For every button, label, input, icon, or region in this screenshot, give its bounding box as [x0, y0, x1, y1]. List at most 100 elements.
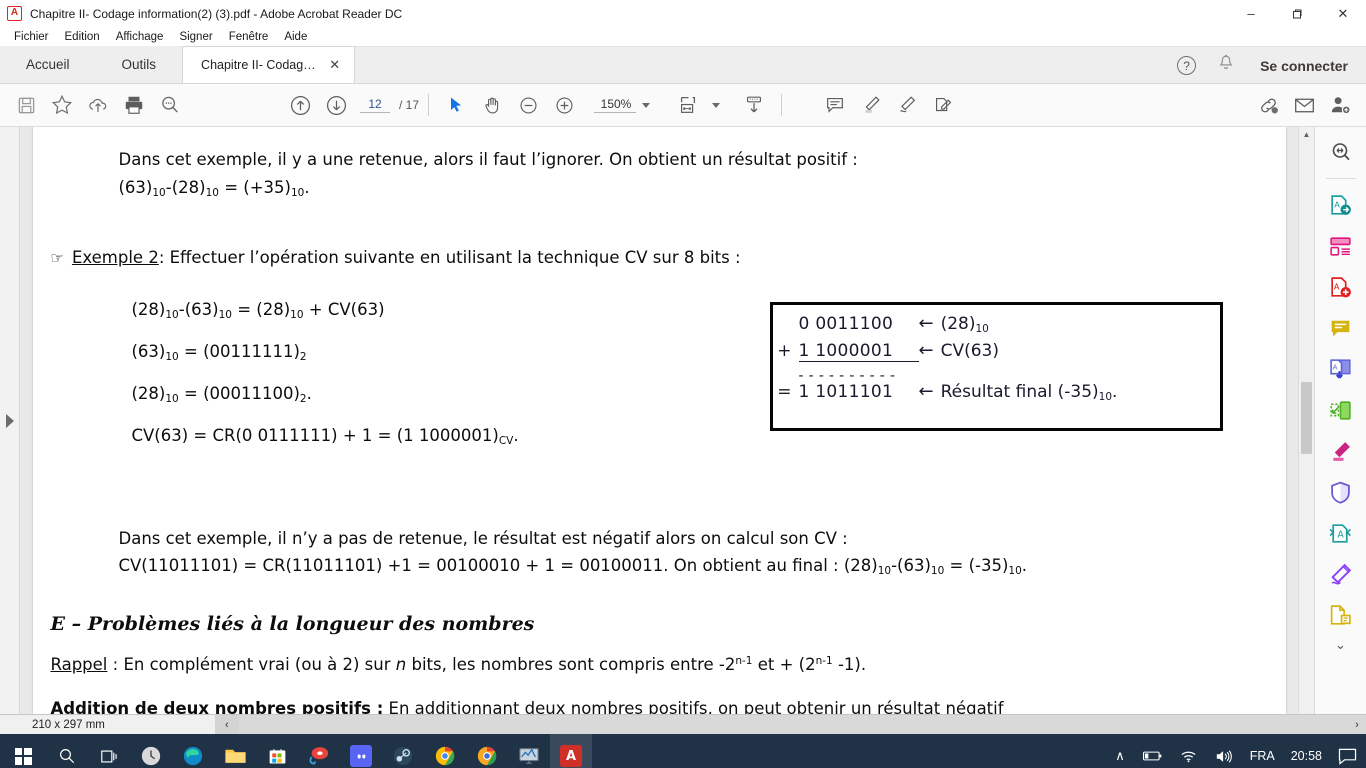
example-2-heading: ☞ Exemple 2 : Effectuer l’opération suiv… [51, 248, 1220, 267]
page-size-label: 210 x 297 mm [0, 715, 215, 734]
tools-panel: A A A A ⌄ [1314, 127, 1366, 714]
menu-edition[interactable]: Edition [57, 30, 108, 44]
clock[interactable]: 20:58 [1283, 749, 1330, 763]
language-indicator[interactable]: FRA [1242, 749, 1283, 763]
chevron-down-icon[interactable]: ⌄ [1335, 637, 1346, 653]
protect-icon[interactable] [1324, 475, 1358, 509]
create-pdf-icon[interactable]: A [1324, 270, 1358, 304]
sign-in-button[interactable]: Se connecter [1260, 58, 1348, 74]
next-page-button[interactable] [318, 87, 354, 123]
tab-bar-right: ? Se connecter [1177, 47, 1366, 84]
comment-icon[interactable] [817, 87, 853, 123]
windows-start-icon[interactable] [0, 734, 46, 768]
page-number-input[interactable]: 12 [360, 97, 390, 113]
email-icon[interactable] [1286, 88, 1322, 124]
figure-row-3-value: 1 1011101 [798, 382, 894, 402]
left-navigation-rail[interactable] [0, 127, 20, 714]
pointing-hand-icon: ☞ [50, 249, 64, 268]
left-arrow-icon: ← [918, 381, 934, 402]
star-icon[interactable] [44, 87, 80, 123]
microsoft-store-icon[interactable] [256, 734, 298, 768]
figure-row-2-operator: + [777, 341, 792, 361]
minimize-button[interactable]: – [1228, 0, 1274, 27]
tab-document-label: Chapitre II- Codag… [201, 58, 316, 72]
file-explorer-icon[interactable] [214, 734, 256, 768]
wifi-icon[interactable] [1171, 734, 1206, 768]
system-monitor-icon[interactable] [508, 734, 550, 768]
page-total-label: / 17 [399, 98, 420, 112]
tray-chevron-up-icon[interactable]: ∧ [1106, 734, 1134, 768]
compress-pdf-icon[interactable]: A [1324, 516, 1358, 550]
chrome-icon[interactable] [424, 734, 466, 768]
attach-link-icon[interactable] [1250, 88, 1286, 124]
steam-icon[interactable] [382, 734, 424, 768]
zoom-in-button[interactable] [546, 87, 582, 123]
menu-aide[interactable]: Aide [276, 30, 315, 44]
action-center-icon[interactable] [1330, 734, 1364, 768]
share-person-icon[interactable] [1322, 88, 1358, 124]
toolbar-divider-1 [428, 94, 430, 116]
help-icon[interactable]: ? [1177, 56, 1197, 75]
chrome-canary-icon[interactable] [466, 734, 508, 768]
fit-page-chevron-icon[interactable] [712, 102, 721, 108]
close-icon[interactable]: ✕ [328, 57, 342, 73]
paragraph-2-line-1: Dans cet exemple, il n’y a pas de retenu… [118, 528, 848, 548]
document-viewport[interactable]: Dans cet exemple, il y a une retenue, al… [20, 127, 1298, 714]
left-arrow-icon: ← [918, 340, 934, 361]
save-icon[interactable] [8, 87, 44, 123]
fill-and-sign-icon[interactable] [925, 87, 961, 123]
speaker-icon[interactable] [1206, 734, 1242, 768]
figure-row-3-operator: = [777, 382, 792, 402]
fit-page-button[interactable] [670, 87, 706, 123]
paragraph-1-line-2: (63)10-(28)10 = (+35)10. [118, 177, 310, 199]
hand-tool-button[interactable] [474, 87, 510, 123]
print-icon[interactable] [116, 87, 152, 123]
organize-pages-icon[interactable] [1324, 229, 1358, 263]
edit-pdf-icon[interactable] [1324, 393, 1358, 427]
menu-fichier[interactable]: Fichier [6, 30, 57, 44]
scrollbar-thumb[interactable] [1301, 382, 1312, 454]
scroll-up-arrow-icon[interactable]: ▲ [1303, 127, 1311, 143]
zoom-out-button[interactable] [510, 87, 546, 123]
paint-icon[interactable] [298, 734, 340, 768]
comment-tool-icon[interactable] [1324, 311, 1358, 345]
highlighter-icon[interactable] [853, 87, 889, 123]
upload-cloud-icon[interactable] [80, 87, 116, 123]
yandex-browser-icon[interactable] [130, 734, 172, 768]
adobe-acrobat-icon[interactable]: A [550, 734, 592, 768]
select-tool-button[interactable] [438, 87, 474, 123]
zoom-level-input[interactable]: 150% [594, 97, 637, 113]
chevron-down-icon[interactable] [642, 102, 651, 108]
microsoft-edge-icon[interactable] [172, 734, 214, 768]
maximize-button[interactable] [1274, 0, 1320, 27]
tab-outils[interactable]: Outils [95, 46, 183, 83]
close-button[interactable]: ✕ [1320, 0, 1366, 27]
read-mode-button[interactable] [736, 87, 772, 123]
highlight-tool-icon[interactable] [1324, 434, 1358, 468]
horizontal-scrollbar-track[interactable] [239, 715, 1348, 734]
bell-icon[interactable] [1218, 54, 1234, 77]
fill-sign-tool-icon[interactable] [1324, 557, 1358, 591]
rappel-label: Rappel [50, 654, 108, 674]
battery-icon[interactable] [1134, 734, 1171, 768]
export-pdf-icon[interactable]: A [1324, 188, 1358, 222]
scroll-right-arrow-icon[interactable]: › [1348, 715, 1366, 734]
taskbar-search-icon[interactable] [46, 734, 88, 768]
sign-icon[interactable] [889, 87, 925, 123]
combine-files-icon[interactable]: A [1324, 352, 1358, 386]
menu-fenetre[interactable]: Fenêtre [221, 30, 277, 44]
expand-navigation-pane-icon[interactable] [5, 413, 14, 428]
previous-page-button[interactable] [282, 87, 318, 123]
search-document-icon[interactable] [1324, 135, 1358, 169]
discord-icon[interactable] [340, 734, 382, 768]
search-icon[interactable] [152, 87, 188, 123]
vertical-scrollbar[interactable]: ▲ [1298, 127, 1314, 714]
system-tray: ∧ FRA 20:58 [1106, 734, 1366, 768]
menu-signer[interactable]: Signer [171, 30, 220, 44]
task-view-icon[interactable] [88, 734, 130, 768]
scroll-left-arrow-icon[interactable]: ‹ [225, 719, 239, 731]
tab-accueil[interactable]: Accueil [0, 46, 96, 83]
stamp-icon[interactable] [1324, 598, 1358, 632]
tab-document[interactable]: Chapitre II- Codag… ✕ [182, 46, 355, 83]
menu-affichage[interactable]: Affichage [108, 30, 172, 44]
